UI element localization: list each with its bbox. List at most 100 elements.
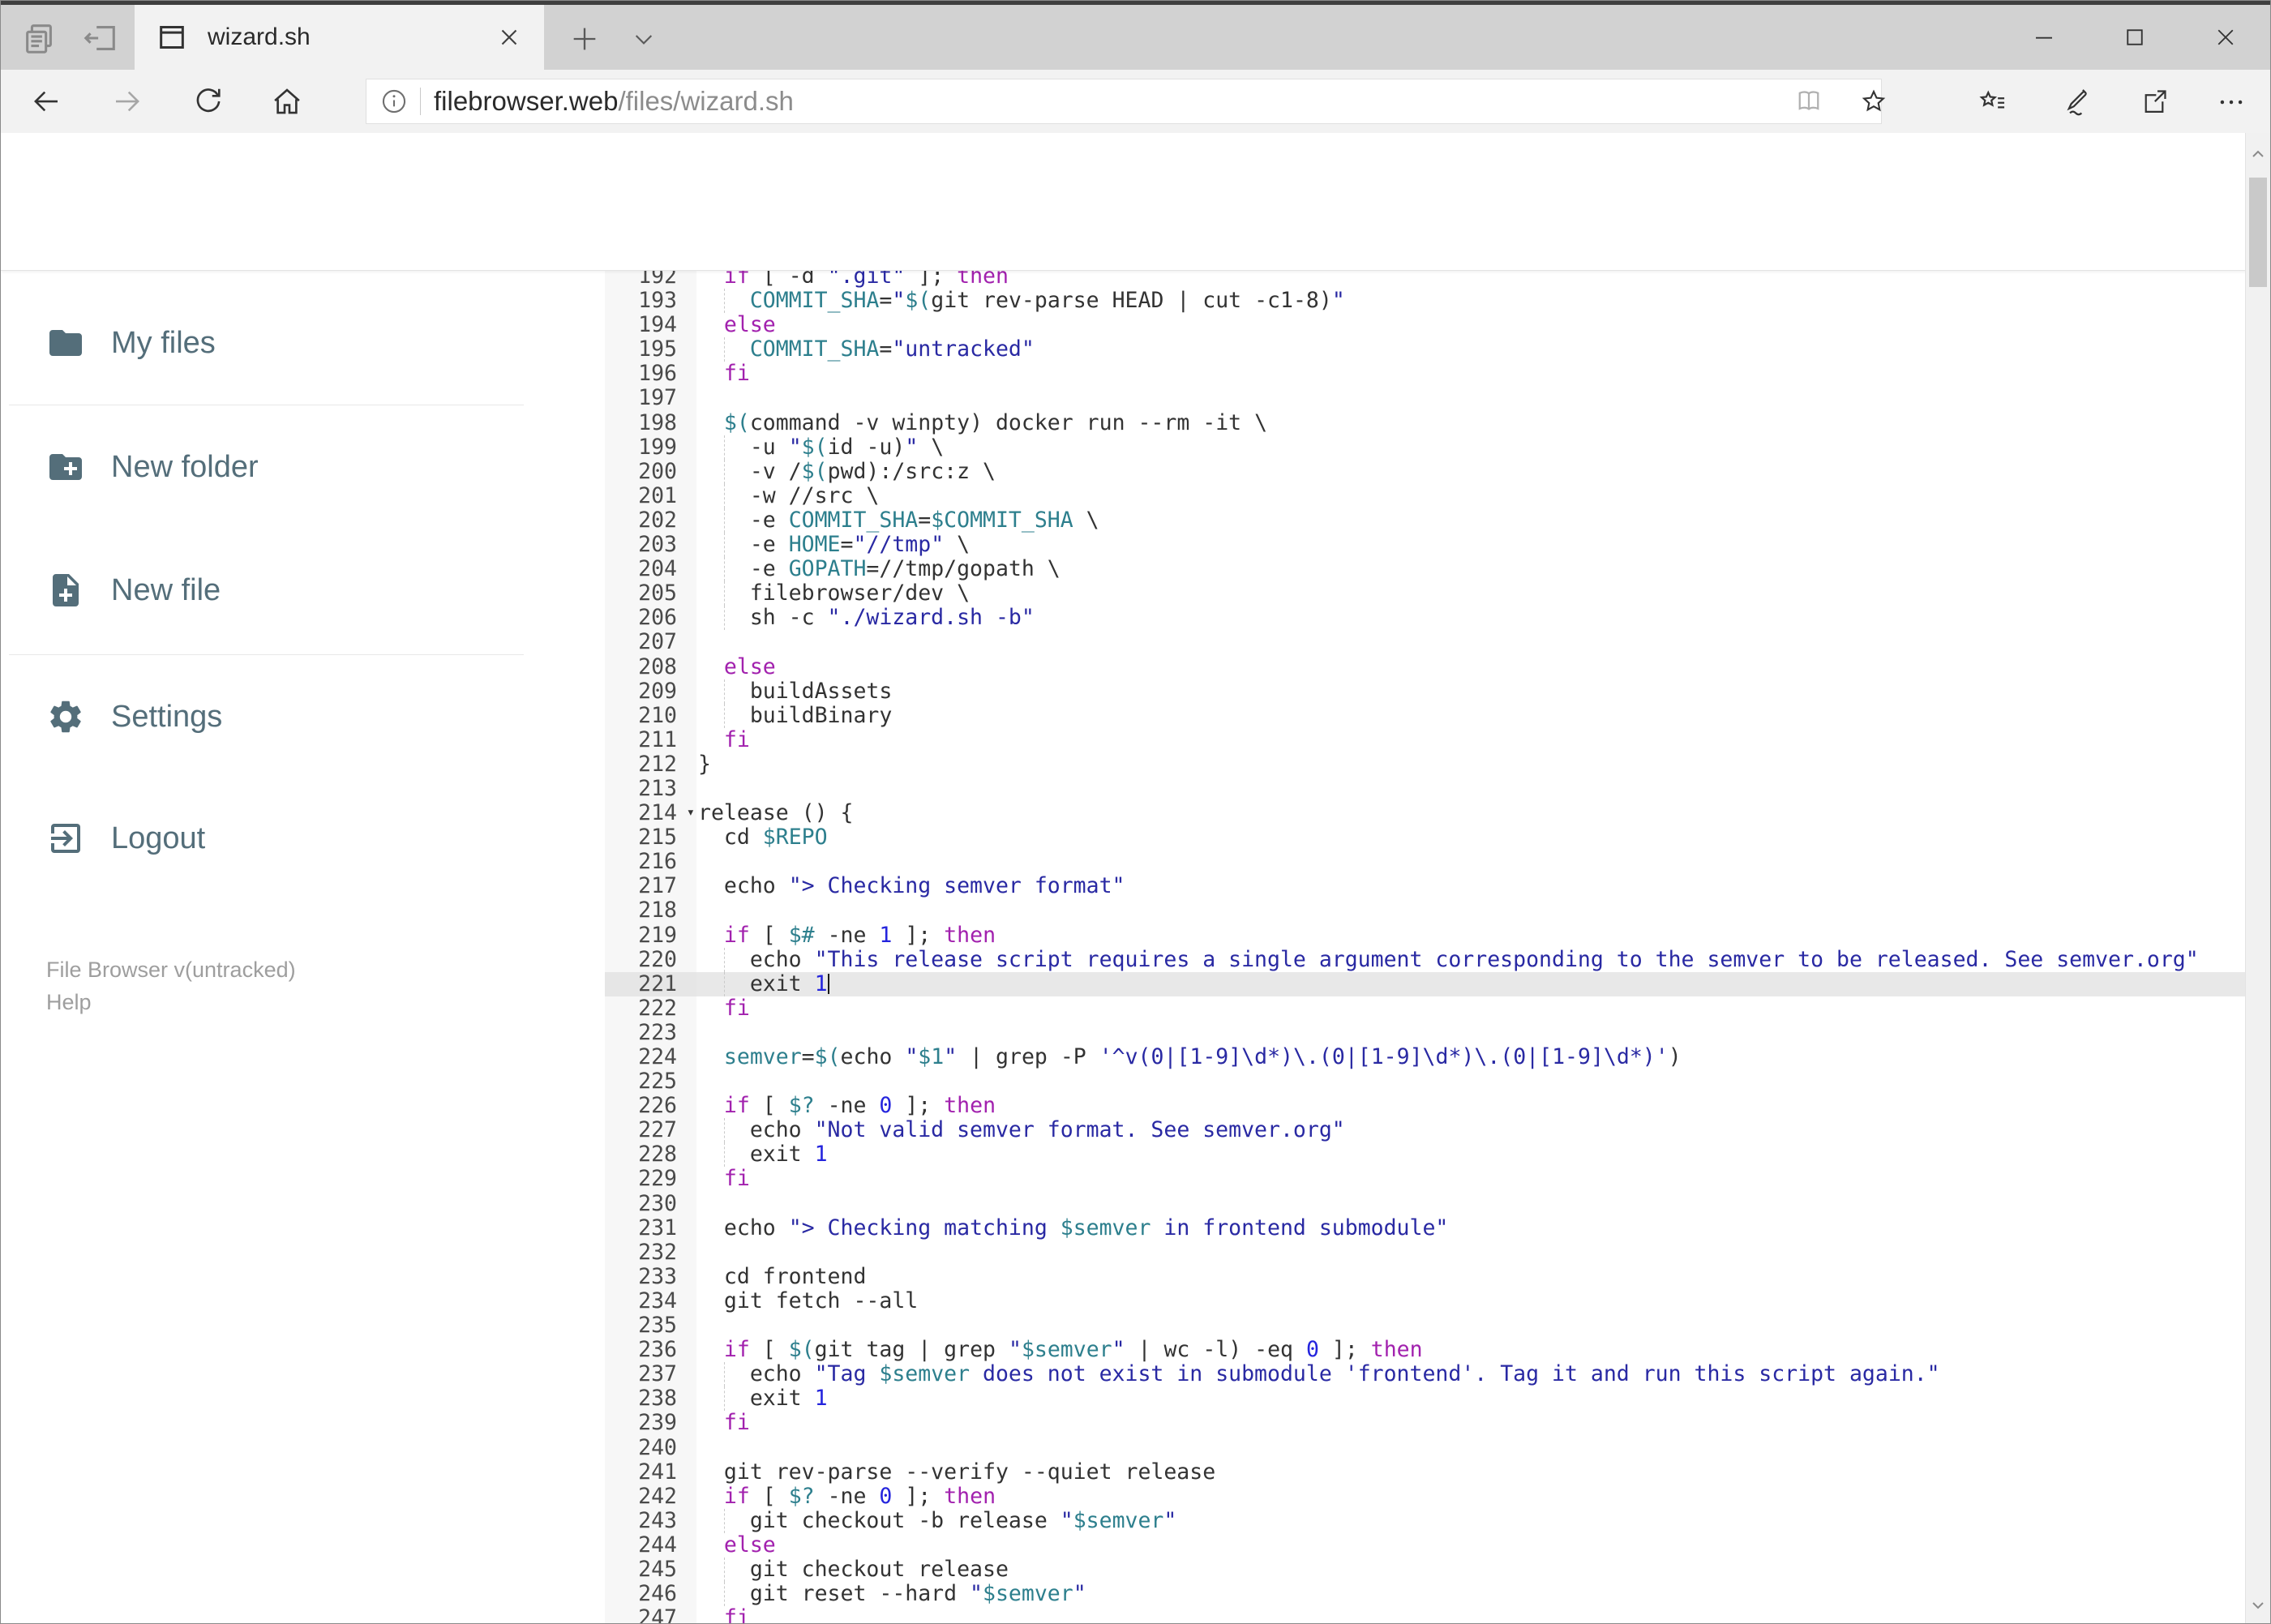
browser-window: wizard.sh filebrowser.web /files/wizard.… [0, 0, 2271, 1624]
code-line[interactable]: 194 else [605, 313, 2245, 337]
code-line[interactable]: 216 [605, 850, 2245, 874]
set-tabs-aside-icon[interactable] [82, 19, 119, 57]
scroll-down-button[interactable] [2248, 1596, 2268, 1615]
code-line[interactable]: 243 git checkout -b release "$semver" [605, 1508, 2245, 1533]
browser-tab[interactable]: wizard.sh [135, 5, 544, 70]
code-line[interactable]: 232 [605, 1240, 2245, 1265]
site-info-icon[interactable] [379, 87, 409, 116]
line-number: 192 [638, 271, 677, 289]
code-line[interactable]: 224 semver=$(echo "$1" | grep -P '^v(0|[… [605, 1044, 2245, 1069]
code-line[interactable]: 226 if [ $? -ne 0 ]; then [605, 1094, 2245, 1118]
vertical-scrollbar[interactable] [2245, 133, 2270, 1623]
line-number: 197 [638, 385, 677, 411]
indent-guide [724, 1362, 725, 1387]
code-line[interactable]: 200 -v /$(pwd):/src:z \ [605, 459, 2245, 484]
code-line[interactable]: 240 [605, 1434, 2245, 1460]
line-number: 240 [638, 1434, 677, 1460]
code-line[interactable]: 192 if [ -d ".git" ]; then [605, 271, 2245, 289]
more-options-icon[interactable] [2216, 87, 2245, 116]
line-number: 242 [638, 1483, 677, 1509]
code-line[interactable]: 223 [605, 1020, 2245, 1045]
code-line[interactable]: 237 echo "Tag $semver does not exist in … [605, 1362, 2245, 1387]
web-notes-pen-icon[interactable] [2058, 87, 2087, 116]
code-line[interactable]: 230 [605, 1191, 2245, 1216]
back-button[interactable] [29, 84, 63, 118]
code-line[interactable]: 202 -e COMMIT_SHA=$COMMIT_SHA \ [605, 508, 2245, 533]
code-line[interactable]: 196 fi [605, 362, 2245, 386]
tab-close-icon[interactable] [495, 24, 523, 51]
minimize-button[interactable] [2015, 11, 2073, 63]
code-line[interactable]: 209 buildAssets [605, 679, 2245, 704]
scroll-up-button[interactable] [2248, 144, 2268, 164]
code-line[interactable]: 247 fi [605, 1606, 2245, 1623]
hub-favorites-icon[interactable] [1977, 87, 2006, 116]
code-line[interactable]: 201 -w //src \ [605, 483, 2245, 508]
code-line[interactable]: 238 exit 1 [605, 1386, 2245, 1412]
code-line[interactable]: 233 cd frontend [605, 1264, 2245, 1289]
code-line[interactable]: 221 exit 1 [605, 971, 2245, 996]
code-line[interactable]: 215 cd $REPO [605, 825, 2245, 850]
code-line[interactable]: 235 [605, 1313, 2245, 1338]
sidebar-item-new-file[interactable]: New file [1, 554, 536, 627]
code-line[interactable]: 197 [605, 386, 2245, 410]
code-line[interactable]: 206 sh -c "./wizard.sh -b" [605, 605, 2245, 631]
tabs-preview-icon[interactable] [21, 19, 58, 57]
code-line[interactable]: 231 echo "> Checking matching $semver in… [605, 1215, 2245, 1240]
code-line[interactable]: 217 echo "> Checking semver format" [605, 874, 2245, 898]
code-line[interactable]: 198 $(command -v winpty) docker run --rm… [605, 410, 2245, 435]
code-line[interactable]: 245 git checkout release [605, 1557, 2245, 1583]
code-line[interactable]: 193 COMMIT_SHA="$(git rev-parse HEAD | c… [605, 288, 2245, 314]
code-line[interactable]: 225 [605, 1069, 2245, 1094]
indent-guide [724, 1557, 725, 1583]
code-line[interactable]: 229 fi [605, 1167, 2245, 1191]
home-button[interactable] [270, 84, 304, 118]
scrollbar-thumb[interactable] [2249, 178, 2267, 287]
sidebar-item-new-folder[interactable]: New folder [1, 431, 536, 503]
indent-guide [724, 1508, 725, 1533]
code-line[interactable]: 210 buildBinary [605, 703, 2245, 728]
code-line[interactable]: 242 if [ $? -ne 0 ]; then [605, 1483, 2245, 1509]
maximize-button[interactable] [2106, 11, 2164, 63]
code-line[interactable]: 199 -u "$(id -u)" \ [605, 435, 2245, 460]
refresh-button[interactable] [191, 84, 225, 118]
sidebar-item-logout[interactable]: Logout [1, 802, 536, 875]
code-line[interactable]: 219 if [ $# -ne 1 ]; then [605, 923, 2245, 948]
sidebar-item-settings[interactable]: Settings [1, 680, 536, 753]
sidebar: My files New folder New file Settings Lo… [1, 272, 605, 1623]
code-line[interactable]: 211 fi [605, 727, 2245, 752]
share-page-icon[interactable] [2139, 87, 2168, 116]
favorites-star-icon[interactable] [1859, 87, 1888, 116]
code-line[interactable]: 208 else [605, 654, 2245, 679]
code-line[interactable]: 236 if [ $(git tag | grep "$semver" | wc… [605, 1338, 2245, 1362]
code-line[interactable]: 205 filebrowser/dev \ [605, 581, 2245, 606]
code-line[interactable]: 214 ▾ release () { [605, 800, 2245, 825]
code-line[interactable]: 213 [605, 776, 2245, 801]
code-line[interactable]: 234 git fetch --all [605, 1288, 2245, 1313]
code-editor[interactable]: 192 if [ -d ".git" ]; then 193 COMMIT_SHA… [605, 271, 2245, 1623]
code-line[interactable]: 204 -e GOPATH=//tmp/gopath \ [605, 557, 2245, 582]
tab-list-chevron-icon[interactable] [629, 26, 658, 52]
code-line[interactable]: 239 fi [605, 1411, 2245, 1435]
forward-button[interactable] [110, 84, 144, 118]
code-line[interactable]: 227 echo "Not valid semver format. See s… [605, 1118, 2245, 1143]
reading-view-icon[interactable] [1794, 87, 1823, 116]
code-line[interactable]: 228 exit 1 [605, 1142, 2245, 1168]
help-link[interactable]: Help [46, 990, 92, 1015]
code-line[interactable]: 212} [605, 752, 2245, 777]
fold-marker-icon[interactable]: ▾ [687, 800, 695, 825]
sidebar-item-my-files[interactable]: My files [1, 306, 536, 379]
filebrowser-header [1, 133, 2247, 271]
code-line[interactable]: 246 git reset --hard "$semver" [605, 1581, 2245, 1607]
close-button[interactable] [2196, 11, 2255, 63]
code-line[interactable]: 218 [605, 898, 2245, 923]
code-line[interactable]: 220 echo "This release script requires a… [605, 947, 2245, 972]
new-tab-button[interactable] [568, 23, 601, 55]
url-field[interactable]: filebrowser.web /files/wizard.sh [366, 79, 1882, 124]
code-line[interactable]: 222 fi [605, 996, 2245, 1021]
code-line[interactable]: 244 else [605, 1532, 2245, 1558]
code-line[interactable]: 241 git rev-parse --verify --quiet relea… [605, 1459, 2245, 1485]
code-line[interactable]: 195 COMMIT_SHA="untracked" [605, 337, 2245, 362]
code-line[interactable]: 203 -e HOME="//tmp" \ [605, 532, 2245, 558]
code-line[interactable]: 207 [605, 630, 2245, 654]
line-number: 206 [638, 605, 677, 631]
